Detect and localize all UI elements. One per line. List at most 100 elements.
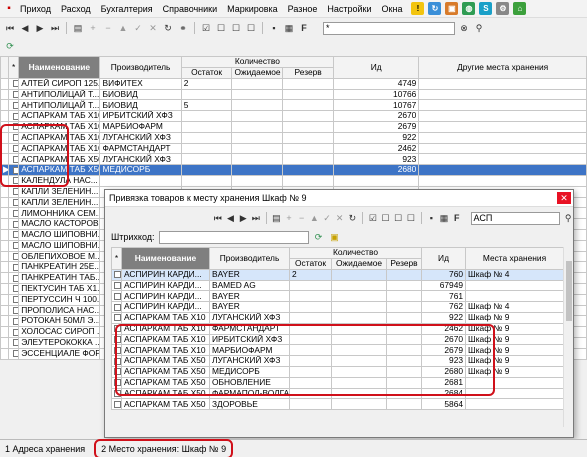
row-checkbox[interactable] [114, 303, 121, 311]
checkbox-check-icon[interactable]: ☑ [200, 22, 212, 34]
checkbox-check-icon[interactable]: ☑ [368, 212, 378, 224]
dialog-table-row[interactable]: АСПИРИН КАРДИ... BAMED AG 67949 [111, 279, 565, 292]
close-icon[interactable]: ✕ [557, 192, 571, 204]
warning-icon[interactable]: ! [411, 2, 425, 15]
row-checkbox[interactable] [13, 339, 18, 347]
link-icon[interactable]: ⚭ [177, 22, 189, 34]
menu-item-buhgalteriya[interactable]: Бухгалтерия [96, 0, 158, 18]
plus-icon[interactable]: + [87, 22, 99, 34]
plus-icon[interactable]: + [284, 212, 294, 224]
row-checkbox[interactable] [13, 101, 18, 109]
filter-icon[interactable]: F [452, 212, 462, 224]
filter-icon[interactable]: F [298, 22, 310, 34]
minus-icon[interactable]: − [297, 212, 307, 224]
dialog-col-header-maker[interactable]: Производитель [209, 247, 290, 270]
row-checkbox[interactable] [13, 285, 18, 293]
table-icon[interactable]: ▦ [283, 22, 295, 34]
prev-record-icon[interactable]: ◀ [226, 212, 236, 224]
search-input[interactable]: * [323, 21, 455, 35]
checkbox-empty-icon[interactable]: ☐ [230, 22, 242, 34]
menu-item-rashod[interactable]: Расход [56, 0, 96, 18]
barcode-input[interactable] [158, 230, 309, 244]
dialog-col-header-id[interactable]: Ид [421, 247, 467, 270]
table-row[interactable]: КАЛЕНДУЛА НАС... [0, 174, 587, 187]
next-record-icon[interactable]: ▶ [238, 212, 248, 224]
add-doc-icon[interactable]: ▤ [272, 212, 282, 224]
row-checkbox[interactable] [13, 220, 18, 228]
table-row[interactable]: АНТИПОЛИЦАЙ Т... БИОВИД 5 10767 [0, 99, 587, 112]
menu-item-prihod[interactable]: Приход [15, 0, 56, 18]
refresh-icon[interactable]: ⟳ [313, 231, 325, 243]
col-header-name[interactable]: Наименование [18, 56, 101, 79]
row-checkbox[interactable] [13, 274, 18, 282]
row-checkbox[interactable] [13, 91, 18, 99]
col-header-reserve[interactable]: Резерв [282, 67, 335, 79]
up-icon[interactable]: ▲ [117, 22, 129, 34]
dialog-search-input[interactable]: АСП [470, 211, 561, 225]
dialog-scrollbar-thumb[interactable] [566, 261, 572, 321]
checkbox-empty-icon[interactable]: ☐ [245, 22, 257, 34]
next-record-icon[interactable]: ▶ [34, 22, 46, 34]
clear-search-icon[interactable]: ⊗ [458, 22, 470, 34]
skype-icon[interactable]: S [479, 2, 493, 15]
checkbox-empty-icon[interactable]: ☐ [393, 212, 403, 224]
table-row[interactable]: АСПАРКАМ ТАБ X10 ЛУГАНСКИЙ ХФЗ 922 [0, 131, 587, 144]
cancel-icon[interactable]: ✕ [147, 22, 159, 34]
row-checkbox[interactable] [13, 252, 18, 260]
refresh-icon[interactable]: ⟳ [4, 40, 16, 52]
row-checkbox[interactable] [13, 296, 18, 304]
globe-icon[interactable]: ◍ [462, 2, 476, 15]
menu-item-spravochniki[interactable]: Справочники [158, 0, 223, 18]
dialog-col-header-name[interactable]: Наименование [121, 247, 210, 270]
table-row[interactable]: ▶АСПАРКАМ ТАБ X50МЕДИСОРБ2680 [0, 164, 587, 176]
last-record-icon[interactable]: ⏭ [251, 212, 261, 224]
table-row[interactable]: АСПАРКАМ ТАБ X10 МАРБИОФАРМ 2679 [0, 120, 587, 133]
dialog-table-row[interactable]: АСПАРКАМ ТАБ X10 ЛУГАНСКИЙ ХФЗ 922 Шкаф № 9 [111, 311, 565, 324]
row-checkbox[interactable] [13, 350, 18, 358]
cart-icon[interactable]: ⌂ [513, 2, 527, 15]
row-checkbox[interactable] [114, 282, 121, 290]
checkbox-empty-icon[interactable]: ☐ [381, 212, 391, 224]
dialog-col-header-stock[interactable]: Остаток [289, 258, 332, 270]
dialog-table-row[interactable]: АСПИРИН КАРДИ... BAYER 761 [111, 290, 565, 303]
row-checkbox[interactable] [13, 242, 18, 250]
save-icon[interactable]: ▪ [427, 212, 437, 224]
checkbox-empty-icon[interactable]: ☐ [406, 212, 416, 224]
row-checkbox[interactable] [13, 306, 18, 314]
first-record-icon[interactable]: ⏮ [4, 22, 16, 34]
table-row[interactable]: АСПАРКАМ ТАБ X10 ФАРМСТАНДАРТ 2462 [0, 142, 587, 155]
dialog-table-row[interactable]: АСПАРКАМ ТАБ X50 ЗДОРОВЬЕ 5864 [111, 398, 565, 411]
refresh-icon[interactable]: ↻ [162, 22, 174, 34]
row-checkbox[interactable] [114, 292, 121, 300]
dialog-table-row[interactable]: АСПИРИН КАРДИ... BAYER 762 Шкаф № 4 [111, 301, 565, 313]
row-checkbox[interactable] [13, 80, 18, 88]
dialog-col-header-reserve[interactable]: Резерв [385, 258, 423, 270]
status-tab-addresses[interactable]: 1 Адреса хранения [0, 441, 90, 457]
save-icon[interactable]: ▪ [268, 22, 280, 34]
menu-item-nastroyki[interactable]: Настройки [322, 0, 376, 18]
last-record-icon[interactable]: ⏭ [49, 22, 61, 34]
row-checkbox[interactable] [114, 314, 121, 322]
row-checkbox[interactable] [114, 400, 121, 408]
update-icon[interactable]: ↻ [428, 2, 442, 15]
col-header-expected[interactable]: Ожидаемое [231, 67, 284, 79]
row-checkbox[interactable] [13, 328, 18, 336]
dialog-col-header-expected[interactable]: Ожидаемое [331, 258, 387, 270]
table-row[interactable]: АНТИПОЛИЦАЙ Т... БИОВИД 10766 [0, 88, 587, 101]
first-record-icon[interactable]: ⏮ [213, 212, 223, 224]
menu-item-raznoe[interactable]: Разное [283, 0, 323, 18]
col-header-places[interactable]: Другие места хранения [418, 56, 587, 79]
col-header-stock[interactable]: Остаток [180, 67, 233, 79]
row-checkbox[interactable] [13, 209, 18, 217]
check-icon[interactable]: ✓ [322, 212, 332, 224]
dialog-col-header-places[interactable]: Места хранения [465, 247, 565, 270]
add-doc-icon[interactable]: ▤ [72, 22, 84, 34]
menu-item-markirovka[interactable]: Маркировка [222, 0, 283, 18]
row-checkbox[interactable] [13, 188, 18, 196]
col-header-maker[interactable]: Производитель [99, 56, 182, 79]
table-row[interactable]: АЛТЕЙ СИРОП 125... ВИФИТЕХ 2 4749 [0, 77, 587, 90]
table-icon[interactable]: ▦ [439, 212, 449, 224]
status-tab-storage[interactable]: 2 Место хранения: Шкаф № 9 [94, 438, 234, 457]
check-icon[interactable]: ✓ [132, 22, 144, 34]
table-row[interactable]: АСПАРКАМ ТАБ X50 ЛУГАНСКИЙ ХФЗ 923 [0, 153, 587, 166]
